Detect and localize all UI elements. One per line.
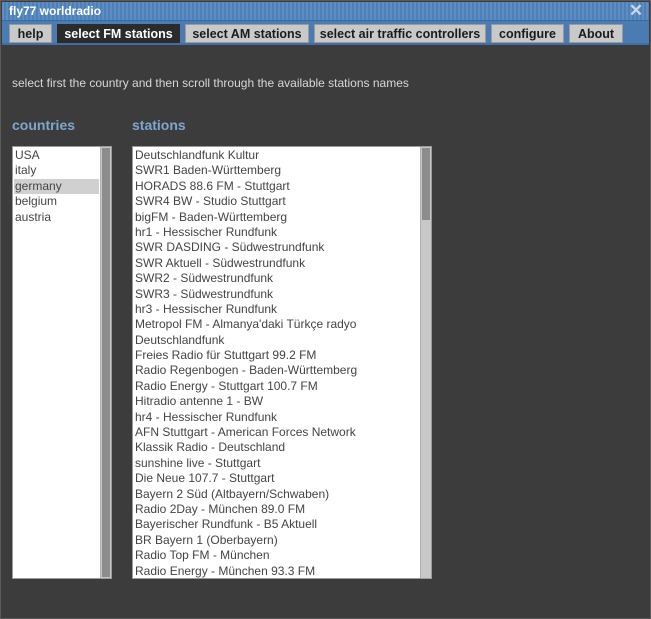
stations-list-item[interactable]: Radio Regenbogen - Baden-Württemberg [134, 363, 419, 378]
stations-scrollbar[interactable] [420, 147, 431, 578]
stations-list: Deutschlandfunk Kultur SWR1 Baden-Württem… [134, 148, 419, 578]
tab-select-am-stations[interactable]: select AM stations [185, 24, 309, 43]
stations-list-item[interactable]: SWR2 - Südwestrundfunk [134, 271, 419, 286]
stations-list-item[interactable]: Radio Energy - Stuttgart 100.7 FM [134, 379, 419, 394]
tab-bar: help select FM stations select AM statio… [2, 21, 649, 45]
countries-list: USA italy germany belgium austria [14, 148, 99, 225]
stations-listbox[interactable]: Deutschlandfunk Kultur SWR1 Baden-Württem… [132, 146, 432, 579]
stations-list-item[interactable]: Deutschlandfunk [134, 333, 419, 348]
title-bar[interactable]: fly77 worldradio ✕ [2, 2, 649, 21]
stations-list-item[interactable]: SWR3 - Südwestrundfunk [134, 287, 419, 302]
stations-list-item[interactable]: Klassik Radio - Deutschland [134, 440, 419, 455]
countries-heading: countries [12, 117, 76, 133]
app-window: fly77 worldradio ✕ help select FM statio… [0, 0, 651, 619]
stations-list-item[interactable]: Bayern 2 Süd (Altbayern/Schwaben) [134, 487, 419, 502]
tab-select-fm-stations[interactable]: select FM stations [57, 24, 180, 43]
stations-list-item[interactable]: hr4 - Hessischer Rundfunk [134, 410, 419, 425]
stations-list-item[interactable]: HORADS 88.6 FM - Stuttgart [134, 179, 419, 194]
stations-list-item[interactable]: Die Neue 107.7 - Stuttgart [134, 471, 419, 486]
stations-list-item[interactable]: BR Bayern 1 (Oberbayern) [134, 533, 419, 548]
stations-list-item[interactable]: Radio 2Day - München 89.0 FM [134, 502, 419, 517]
stations-list-item[interactable]: hr1 - Hessischer Rundfunk [134, 225, 419, 240]
countries-scrollbar[interactable] [100, 147, 111, 578]
stations-list-item[interactable]: SWR DASDING - Südwestrundfunk [134, 240, 419, 255]
stations-heading: stations [132, 117, 186, 133]
stations-list-item[interactable]: Radio Top FM - München [134, 548, 419, 563]
stations-list-item[interactable]: SWR Aktuell - Südwestrundfunk [134, 256, 419, 271]
stations-list-item[interactable]: Hitradio antenne 1 - BW [134, 394, 419, 409]
stations-list-item[interactable]: Deutschlandfunk Kultur [134, 148, 419, 163]
stations-list-item[interactable]: Bayerischer Rundfunk - B5 Aktuell [134, 517, 419, 532]
countries-list-item[interactable]: USA [14, 148, 99, 163]
stations-list-item[interactable]: Freies Radio für Stuttgart 99.2 FM [134, 348, 419, 363]
stations-list-item[interactable]: SWR1 Baden-Württemberg [134, 163, 419, 178]
stations-list-item[interactable]: sunshine live - Stuttgart [134, 456, 419, 471]
stations-list-item[interactable]: SWR4 BW - Studio Stuttgart [134, 194, 419, 209]
countries-listbox[interactable]: USA italy germany belgium austria [12, 146, 112, 579]
countries-list-item[interactable]: germany [14, 178, 99, 195]
stations-list-item[interactable]: bigFM - Baden-Württemberg [134, 210, 419, 225]
stations-list-item[interactable]: hr3 - Hessischer Rundfunk [134, 302, 419, 317]
tab-select-air-traffic-controllers[interactable]: select air traffic controllers [314, 24, 486, 43]
tab-about[interactable]: About [569, 24, 623, 43]
close-icon[interactable]: ✕ [628, 2, 644, 19]
countries-list-item[interactable]: belgium [14, 194, 99, 209]
instruction-text: select first the country and then scroll… [12, 76, 409, 90]
stations-scroll-thumb[interactable] [422, 148, 430, 220]
countries-list-item[interactable]: austria [14, 210, 99, 225]
countries-list-item[interactable]: italy [14, 163, 99, 178]
tab-help[interactable]: help [9, 24, 52, 43]
countries-scroll-thumb[interactable] [102, 148, 110, 577]
stations-list-item[interactable]: Metropol FM - Almanya'daki Türkçe radyo [134, 317, 419, 332]
tab-configure[interactable]: configure [491, 24, 564, 43]
stations-list-item[interactable]: AFN Stuttgart - American Forces Network [134, 425, 419, 440]
window-title: fly77 worldradio [9, 4, 102, 18]
stations-list-item[interactable]: Radio Energy - München 93.3 FM [134, 564, 419, 578]
